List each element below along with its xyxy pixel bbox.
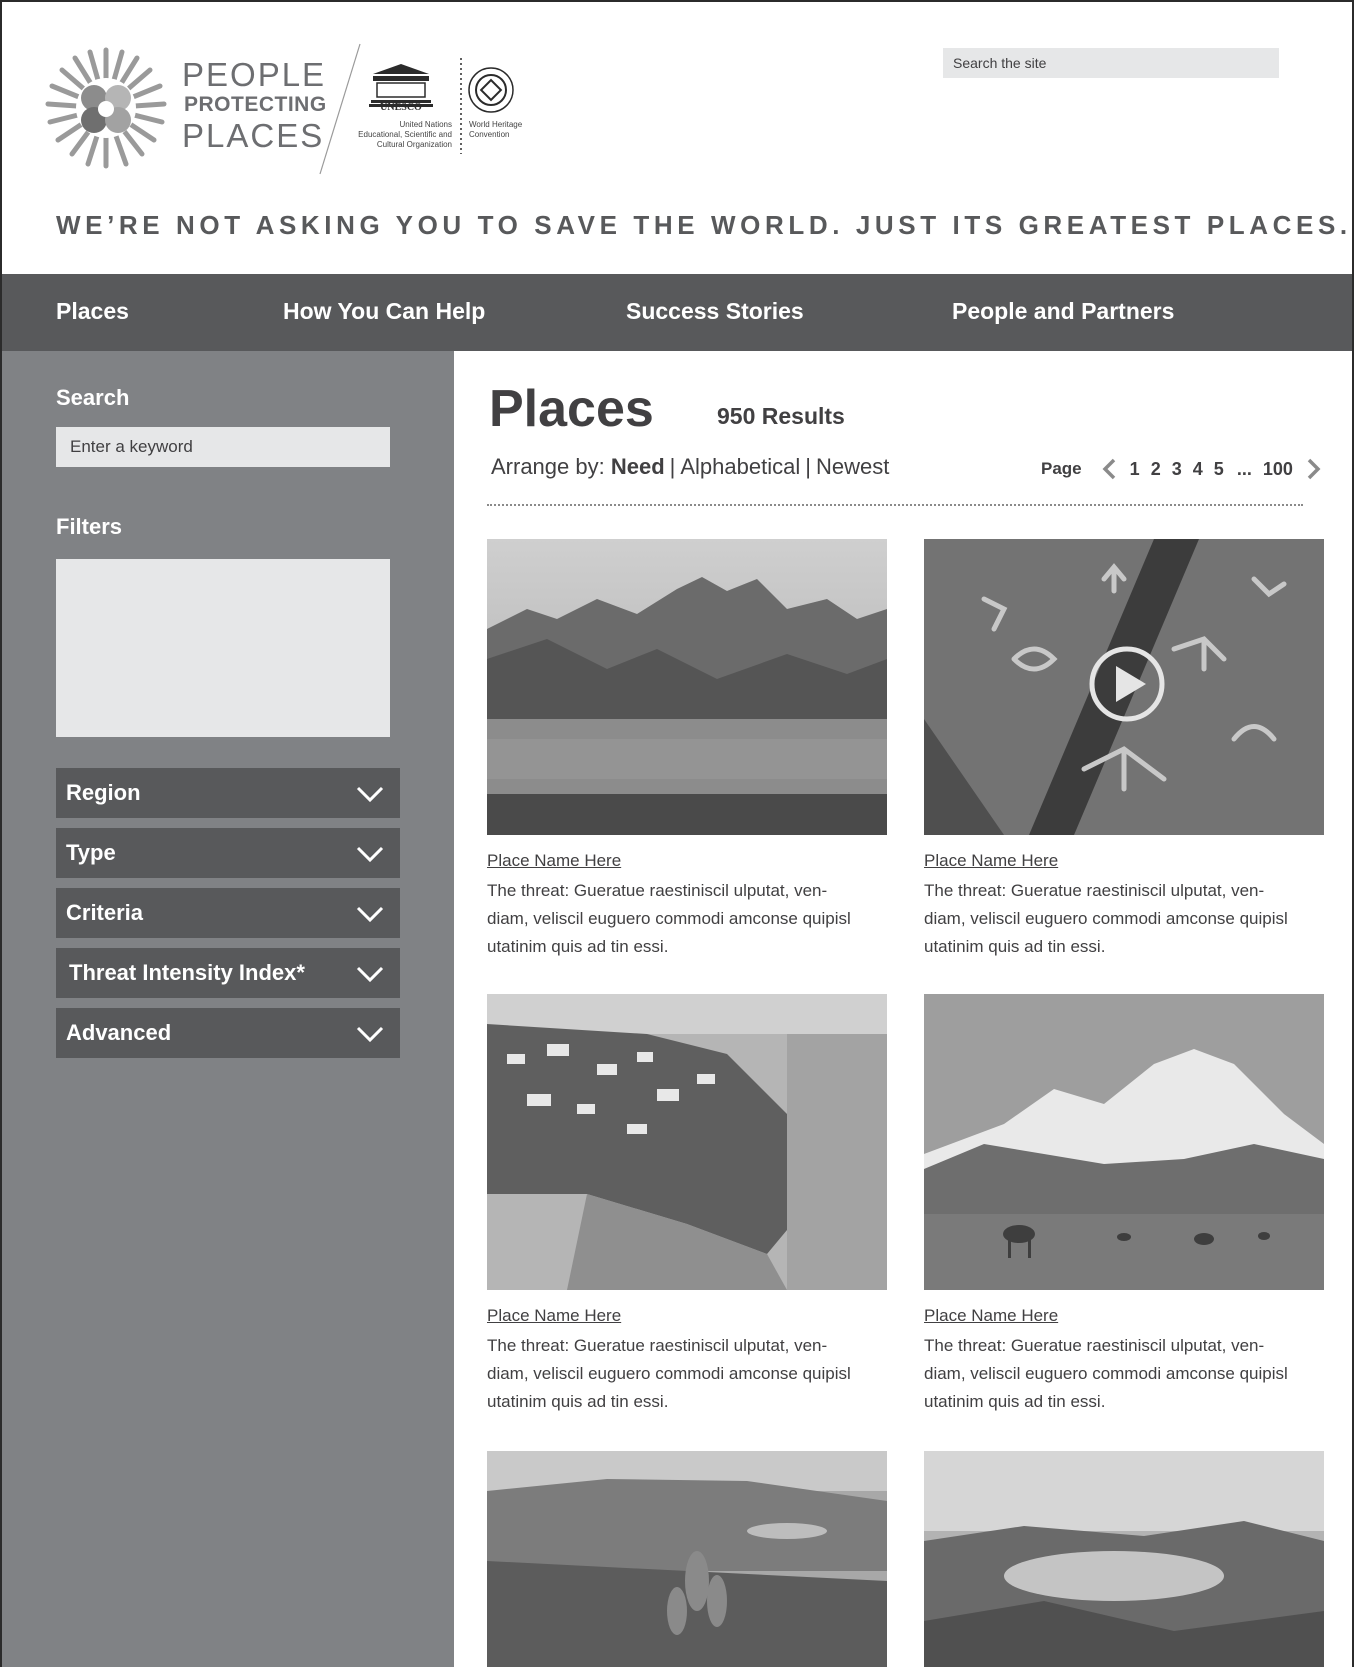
place-threat-text: The threat: Gueratue raestiniscil ulputa…: [924, 881, 1288, 956]
place-name-link[interactable]: Place Name Here: [924, 851, 1324, 871]
chevron-down-icon: [356, 846, 384, 863]
site-header: PEOPLE PROTECTING PLACES UNESCO United N…: [2, 2, 1352, 274]
active-filters-box: [56, 559, 390, 737]
page-last-link[interactable]: 100: [1263, 459, 1293, 480]
nav-item-people-and-partners[interactable]: People and Partners: [952, 298, 1174, 325]
advanced-dropdown-label: Advanced: [66, 1020, 172, 1045]
unesco-wordmark: UNESCO: [380, 102, 422, 113]
page-label: Page: [1041, 459, 1082, 478]
arrange-by-label: Arrange by:: [491, 454, 605, 479]
page-ellipsis: ...: [1236, 458, 1252, 479]
place-card: Place Name Here The threat: Gueratue rae…: [924, 539, 1324, 961]
place-name-link[interactable]: Place Name Here: [487, 851, 887, 871]
pagination: Page 1 2 3 4 5 ... 100: [1041, 457, 1322, 481]
arrange-option-need[interactable]: Need: [611, 454, 665, 479]
hands-sunburst-logo-icon: [45, 47, 167, 169]
place-card: Place Name Here The threat: Gueratue rae…: [487, 994, 887, 1416]
nav-item-places[interactable]: Places: [56, 298, 129, 325]
type-dropdown-label: Type: [66, 840, 116, 865]
filters-heading: Filters: [56, 514, 123, 539]
place-name-link[interactable]: Place Name Here: [487, 1306, 887, 1326]
place-card: Place Name Here The threat: Gueratue rae…: [924, 994, 1324, 1416]
search-heading: Search: [56, 385, 130, 410]
dotted-divider: [487, 504, 1303, 506]
site-search-input[interactable]: [943, 48, 1279, 78]
logo-line-people: PEOPLE: [182, 56, 327, 93]
region-dropdown[interactable]: Region: [56, 768, 400, 818]
people-protecting-places-wordmark[interactable]: PEOPLE PROTECTING PLACES: [182, 58, 342, 152]
logo-divider: [319, 43, 361, 175]
rock-art-video[interactable]: [924, 539, 1324, 835]
site-tagline: WE’RE NOT ASKING YOU TO SAVE THE WORLD. …: [56, 210, 1352, 240]
place-threat-text: The threat: Gueratue raestiniscil ulputa…: [924, 1336, 1288, 1411]
page-1-link[interactable]: 1: [1130, 459, 1140, 480]
coastal-town-photo[interactable]: [487, 994, 887, 1290]
place-threat-text: The threat: Gueratue raestiniscil ulputa…: [487, 881, 851, 956]
chevron-right-icon[interactable]: [1306, 457, 1322, 481]
chevron-down-icon: [356, 906, 384, 923]
chevron-down-icon: [356, 786, 384, 803]
place-card: [487, 1451, 887, 1667]
place-card: Place Name Here The threat: Gueratue rae…: [487, 539, 887, 961]
logo-line-protecting: PROTECTING: [184, 93, 327, 116]
chevron-down-icon: [356, 1026, 384, 1043]
nav-item-success-stories[interactable]: Success Stories: [626, 298, 804, 325]
mountain-lake-photo[interactable]: [487, 539, 887, 835]
world-heritage-convention-label: World Heritage Convention: [469, 120, 523, 139]
page-3-link[interactable]: 3: [1172, 459, 1182, 480]
filter-sidebar: Search Filters Region Type Criteria Thre…: [2, 351, 454, 1667]
nav-item-how-you-can-help[interactable]: How You Can Help: [283, 298, 485, 325]
results-count: 950 Results: [717, 403, 845, 429]
page-2-link[interactable]: 2: [1151, 459, 1161, 480]
arrange-option-newest[interactable]: Newest: [816, 454, 889, 479]
threat-intensity-index-dropdown[interactable]: Threat Intensity Index*: [56, 948, 400, 998]
arrange-by-controls: Arrange by: Need | Alphabetical | Newest: [491, 454, 890, 479]
place-threat-text: The threat: Gueratue raestiniscil ulputa…: [487, 1336, 851, 1411]
criteria-dropdown[interactable]: Criteria: [56, 888, 400, 938]
main-nav: Places How You Can Help Success Stories …: [2, 274, 1352, 351]
place-card: [924, 1451, 1324, 1667]
page-title: Places: [489, 380, 654, 438]
threat-intensity-index-dropdown-label: Threat Intensity Index*: [69, 960, 305, 985]
keyword-search-input[interactable]: [56, 427, 390, 467]
unesco-org-name: United Nations Educational, Scientific a…: [358, 120, 452, 149]
misty-lake-valley-photo[interactable]: [924, 1451, 1324, 1667]
page-5-link[interactable]: 5: [1214, 459, 1224, 480]
criteria-dropdown-label: Criteria: [66, 900, 144, 925]
chevron-left-icon[interactable]: [1101, 457, 1117, 481]
place-name-link[interactable]: Place Name Here: [924, 1306, 1324, 1326]
page-frame: PEOPLE PROTECTING PLACES UNESCO United N…: [0, 0, 1354, 1667]
results-main: Places 950 Results Arrange by: Need | Alph…: [454, 351, 1352, 1667]
snow-mountain-camels-photo[interactable]: [924, 994, 1324, 1290]
region-dropdown-label: Region: [66, 780, 141, 805]
highland-plants-photo[interactable]: [487, 1451, 887, 1667]
logo-line-places: PLACES: [182, 117, 325, 154]
advanced-dropdown[interactable]: Advanced: [56, 1008, 400, 1058]
chevron-down-icon: [356, 966, 384, 983]
type-dropdown[interactable]: Type: [56, 828, 400, 878]
page-4-link[interactable]: 4: [1193, 459, 1203, 480]
arrange-option-alphabetical[interactable]: Alphabetical: [680, 454, 800, 479]
